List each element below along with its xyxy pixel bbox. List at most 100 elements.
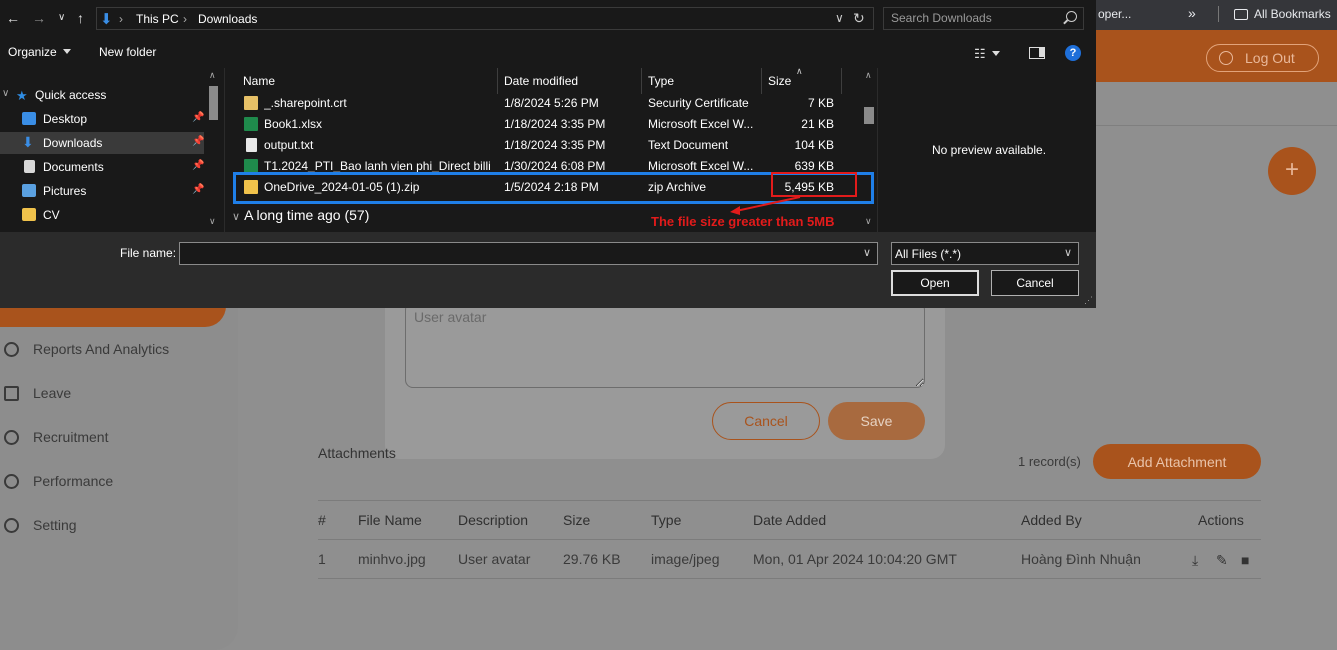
cell-size: 29.76 KB (563, 551, 621, 567)
pin-icon[interactable]: 📌 (192, 184, 204, 195)
add-fab-button[interactable]: + (1268, 147, 1316, 195)
change-view-icon[interactable]: ☷ (974, 46, 1000, 62)
help-icon[interactable]: ? (1065, 45, 1081, 61)
new-folder-button[interactable]: New folder (99, 45, 156, 59)
description-textarea[interactable] (405, 302, 925, 388)
recent-locations-chevron-icon[interactable]: ∨ (58, 12, 65, 23)
collapse-chevron-icon[interactable]: ∨ (232, 211, 240, 223)
refresh-icon[interactable]: ↻ (853, 10, 865, 27)
search-box[interactable] (883, 7, 1084, 30)
col-header-file-name[interactable]: File Name (358, 512, 422, 528)
column-header-size[interactable]: Size (768, 74, 791, 88)
column-separator[interactable] (761, 68, 762, 94)
cell-added-by: Hoàng Đình Nhuận (1021, 551, 1141, 567)
modal-save-button[interactable]: Save (828, 402, 925, 440)
column-header-date-modified[interactable]: Date modified (504, 74, 578, 88)
file-type-select[interactable]: All Files (*.*) ∨ (891, 242, 1079, 265)
nav-item-documents[interactable]: Documents 📌 (0, 156, 204, 178)
scroll-up-icon[interactable]: ∧ (865, 70, 872, 81)
pin-icon[interactable]: 📌 (192, 112, 204, 123)
scroll-up-icon[interactable]: ∧ (209, 70, 216, 81)
sidebar-item-reports[interactable]: Reports And Analytics (4, 341, 169, 357)
browser-tab-fragment[interactable]: oper... (1098, 7, 1131, 21)
chevron-down-icon: ∨ (1063, 247, 1072, 259)
dialog-cancel-button[interactable]: Cancel (991, 270, 1079, 296)
pin-icon[interactable]: 📌 (192, 136, 204, 147)
header-divider (1096, 125, 1337, 126)
sidebar-item-label: Setting (33, 517, 77, 533)
col-header-size[interactable]: Size (563, 512, 590, 528)
download-icon[interactable]: ⤓ (1192, 552, 1198, 569)
preview-text: No preview available. (932, 143, 1047, 157)
file-row[interactable]: Book1.xlsx 1/18/2024 3:35 PM Microsoft E… (225, 114, 855, 135)
forward-arrow-icon[interactable]: → (32, 10, 46, 26)
chevron-down-icon[interactable]: ∨ (863, 246, 871, 259)
file-row[interactable]: T1.2024_PTI_Bao lanh vien phi_Direct bil… (225, 156, 855, 172)
gear-icon (4, 518, 19, 533)
preview-pane-icon[interactable] (1029, 47, 1045, 59)
sidebar-item-setting[interactable]: Setting (4, 517, 77, 533)
col-header-type[interactable]: Type (651, 512, 681, 528)
breadcrumb-this-pc[interactable]: This PC (136, 12, 179, 26)
open-button[interactable]: Open (891, 270, 979, 296)
nav-scroll-thumb[interactable] (209, 86, 218, 120)
file-name: _.sharepoint.crt (264, 96, 347, 110)
col-header-added-by[interactable]: Added By (1021, 512, 1082, 528)
file-name-label: File name: (120, 246, 177, 260)
download-icon: ⬇ (22, 134, 34, 150)
logout-button[interactable]: Log Out (1206, 44, 1319, 72)
add-attachment-button[interactable]: Add Attachment (1093, 444, 1261, 479)
file-scroll-thumb[interactable] (864, 107, 874, 124)
column-separator[interactable] (841, 68, 842, 94)
file-row[interactable]: output.txt 1/18/2024 3:35 PM Text Docume… (225, 135, 855, 156)
search-input[interactable] (884, 8, 1054, 28)
nav-scrollbar[interactable]: ∧ ∨ (205, 68, 222, 232)
nav-quick-access[interactable]: ∨ ★ Quick access (0, 88, 204, 110)
sidebar-item-recruitment[interactable]: Recruitment (4, 429, 108, 445)
sidebar-item-performance[interactable]: Performance (4, 473, 113, 489)
sidebar-item-leave[interactable]: Leave (4, 385, 71, 401)
cell-date-added: Mon, 01 Apr 2024 10:04:20 GMT (753, 551, 957, 567)
chart-icon (4, 342, 19, 357)
nav-item-downloads[interactable]: ⬇ Downloads 📌 (0, 132, 204, 154)
star-icon: ★ (16, 88, 28, 103)
pin-icon[interactable]: 📌 (192, 160, 204, 171)
delete-icon[interactable]: ■ (1241, 552, 1249, 568)
more-bookmarks-icon[interactable]: » (1188, 5, 1196, 21)
nav-item-label: Desktop (43, 112, 88, 126)
col-header-date-added[interactable]: Date Added (753, 512, 826, 528)
expand-chevron-icon[interactable]: ∨ (2, 88, 9, 99)
file-type-value: All Files (*.*) (895, 247, 962, 261)
back-arrow-icon[interactable]: ← (6, 10, 20, 26)
column-header-name[interactable]: Name (243, 74, 275, 88)
up-arrow-icon[interactable]: ↑ (77, 10, 84, 26)
scroll-down-icon[interactable]: ∨ (865, 216, 872, 227)
file-list-scrollbar[interactable]: ∧ ∨ (861, 68, 877, 232)
column-separator[interactable] (497, 68, 498, 94)
edit-icon[interactable]: ✎ (1216, 552, 1228, 569)
column-separator[interactable] (641, 68, 642, 94)
col-header-description[interactable]: Description (458, 512, 528, 528)
nav-item-cv[interactable]: CV (0, 204, 204, 226)
col-header-index: # (318, 512, 326, 528)
preview-pane: No preview available. (878, 68, 1096, 232)
group-header[interactable]: ∨ A long time ago (57) (232, 207, 369, 223)
breadcrumb-downloads[interactable]: Downloads (198, 12, 257, 26)
sidebar-item-label: Performance (33, 473, 114, 489)
document-icon (24, 160, 35, 173)
address-bar[interactable]: ⬇ › This PC › Downloads ∨ ↻ (96, 7, 874, 30)
chevron-down-icon (62, 49, 71, 54)
scroll-down-icon[interactable]: ∨ (209, 216, 216, 227)
file-name-input[interactable]: ∨ (179, 242, 878, 265)
all-bookmarks-button[interactable]: All Bookmarks (1234, 7, 1331, 21)
nav-item-pictures[interactable]: Pictures 📌 (0, 180, 204, 202)
organize-menu[interactable]: Organize (8, 45, 71, 59)
resize-grip-icon[interactable]: ⋰ (1084, 295, 1093, 306)
address-dropdown-icon[interactable]: ∨ (835, 11, 844, 25)
file-size: 639 KB (794, 159, 834, 172)
file-row[interactable]: _.sharepoint.crt 1/8/2024 5:26 PM Securi… (225, 93, 855, 114)
column-header-type[interactable]: Type (648, 74, 674, 88)
nav-item-desktop[interactable]: Desktop 📌 (0, 108, 204, 130)
attachment-modal: Cancel Save (385, 290, 945, 459)
modal-cancel-button[interactable]: Cancel (712, 402, 820, 440)
